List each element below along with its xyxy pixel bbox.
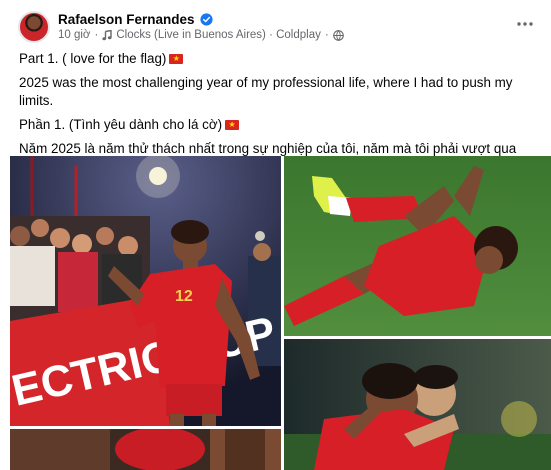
vietnam-flag-icon (169, 52, 184, 66)
meta-separator: · (324, 29, 329, 41)
more-options-button[interactable] (513, 12, 537, 36)
author-name[interactable]: Rafaelson Fernandes (58, 12, 195, 27)
post-meta: 10 giờ · Clocks (Live in Buenos Aires) ·… (58, 28, 344, 42)
photo-player-on-pitch[interactable] (284, 156, 551, 336)
jersey-number: 12 (175, 288, 193, 305)
more-horizontal-icon (517, 22, 533, 26)
post-time[interactable]: 10 giờ (58, 29, 90, 41)
post-paragraph: 2025 was the most challenging year of my… (19, 75, 513, 108)
music-note-icon (102, 29, 113, 40)
avatar[interactable] (18, 11, 50, 43)
vietnam-flag-icon (225, 118, 240, 132)
post-header: Rafaelson Fernandes 10 giờ · Clocks (Liv… (0, 0, 551, 48)
photo-celebration-fans[interactable]: ECTRIC CUP 12 (10, 156, 281, 426)
post-paragraph: Part 1. ( love for the flag) (19, 50, 539, 68)
meta-separator: · (94, 29, 99, 41)
verified-badge-icon (199, 12, 213, 26)
globe-icon[interactable] (332, 29, 344, 41)
author-row: Rafaelson Fernandes (58, 10, 213, 28)
music-track[interactable]: Clocks (Live in Buenos Aires) · Coldplay (116, 29, 321, 41)
photo-players-embrace[interactable] (284, 339, 551, 470)
photo-closeup[interactable] (10, 429, 281, 470)
post-paragraph: Phần 1. (Tình yêu dành cho lá cờ) (19, 116, 539, 134)
